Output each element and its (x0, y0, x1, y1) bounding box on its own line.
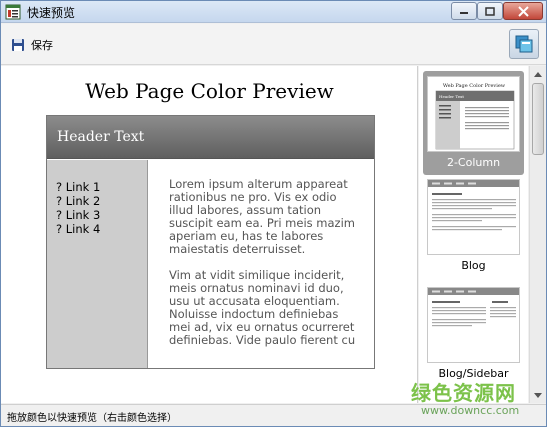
app-window: 快速预览 保存 Web Page Color Preview Header Te… (0, 0, 547, 427)
template-item-2-column[interactable]: Web Page Color Preview Header Text 2-Col… (423, 71, 524, 175)
preview-page-frame: Header Text ? Link 1 ? Link 2 ? Link 3 ?… (46, 115, 375, 369)
template-scrollbar[interactable] (529, 66, 546, 403)
maximize-icon (485, 6, 495, 16)
title-bar[interactable]: 快速预览 (1, 1, 546, 23)
svg-text:Header Text: Header Text (439, 94, 464, 99)
preview-link-list: ? Link 1 ? Link 2 ? Link 3 ? Link 4 (56, 180, 100, 236)
template-label: 2-Column (446, 156, 501, 169)
arrow-down-icon (534, 392, 542, 398)
preview-paragraph: Vim at vidit similique inciderit, meis o… (169, 268, 356, 347)
preview-link[interactable]: ? Link 3 (56, 208, 100, 222)
preview-header-text: Header Text (57, 129, 145, 145)
template-thumbnail-blog (427, 179, 520, 255)
preview-paragraph: Lorem ipsum alterum appareat rationibus … (169, 177, 355, 256)
window-title: 快速预览 (27, 6, 76, 20)
close-icon (517, 5, 529, 17)
save-button[interactable]: 保存 (11, 36, 53, 54)
svg-text:Web Page Color Preview: Web Page Color Preview (443, 83, 506, 89)
preview-link[interactable]: ? Link 2 (56, 194, 100, 208)
arrow-up-icon (534, 71, 542, 77)
preview-link[interactable]: ? Link 1 (56, 180, 100, 194)
layout-panels-icon (515, 35, 533, 53)
maximize-button[interactable] (477, 2, 503, 20)
save-icon (12, 39, 24, 51)
minimize-icon (460, 12, 468, 14)
preview-title: Web Page Color Preview (85, 79, 334, 103)
save-label: 保存 (31, 39, 53, 52)
template-item-blog[interactable]: Blog (423, 179, 524, 272)
status-text: 拖放颜色以快速预览（右击颜色选择） (7, 413, 177, 424)
toolbar: 保存 (1, 24, 546, 65)
preview-link[interactable]: ? Link 4 (56, 222, 100, 236)
preview-body[interactable]: Lorem ipsum alterum appareat rationibus … (169, 178, 367, 347)
scroll-down-button[interactable] (530, 387, 546, 403)
app-icon (5, 4, 21, 20)
color-preview-area: Web Page Color Preview Header Text ? Lin… (1, 66, 418, 403)
watermark-url: www.downcc.com (421, 404, 520, 417)
template-label: Blog (461, 259, 486, 272)
minimize-button[interactable] (451, 2, 477, 20)
watermark-logo-text: 绿色资源网 (411, 381, 516, 405)
scroll-thumb[interactable] (532, 83, 544, 155)
scroll-up-button[interactable] (530, 66, 546, 82)
template-thumbnail-2-column: Web Page Color Preview Header Text (427, 76, 520, 152)
template-item-blog-sidebar[interactable]: Blog/Sidebar (423, 287, 524, 380)
template-panel-toggle-button[interactable] (509, 29, 539, 59)
close-button[interactable] (503, 2, 543, 20)
preview-header[interactable]: Header Text (47, 116, 374, 159)
template-thumbnail-blog-sidebar (427, 287, 520, 363)
preview-sidebar[interactable]: ? Link 1 ? Link 2 ? Link 3 ? Link 4 (47, 160, 148, 368)
template-list: Web Page Color Preview Header Text 2-Col… (419, 66, 528, 403)
